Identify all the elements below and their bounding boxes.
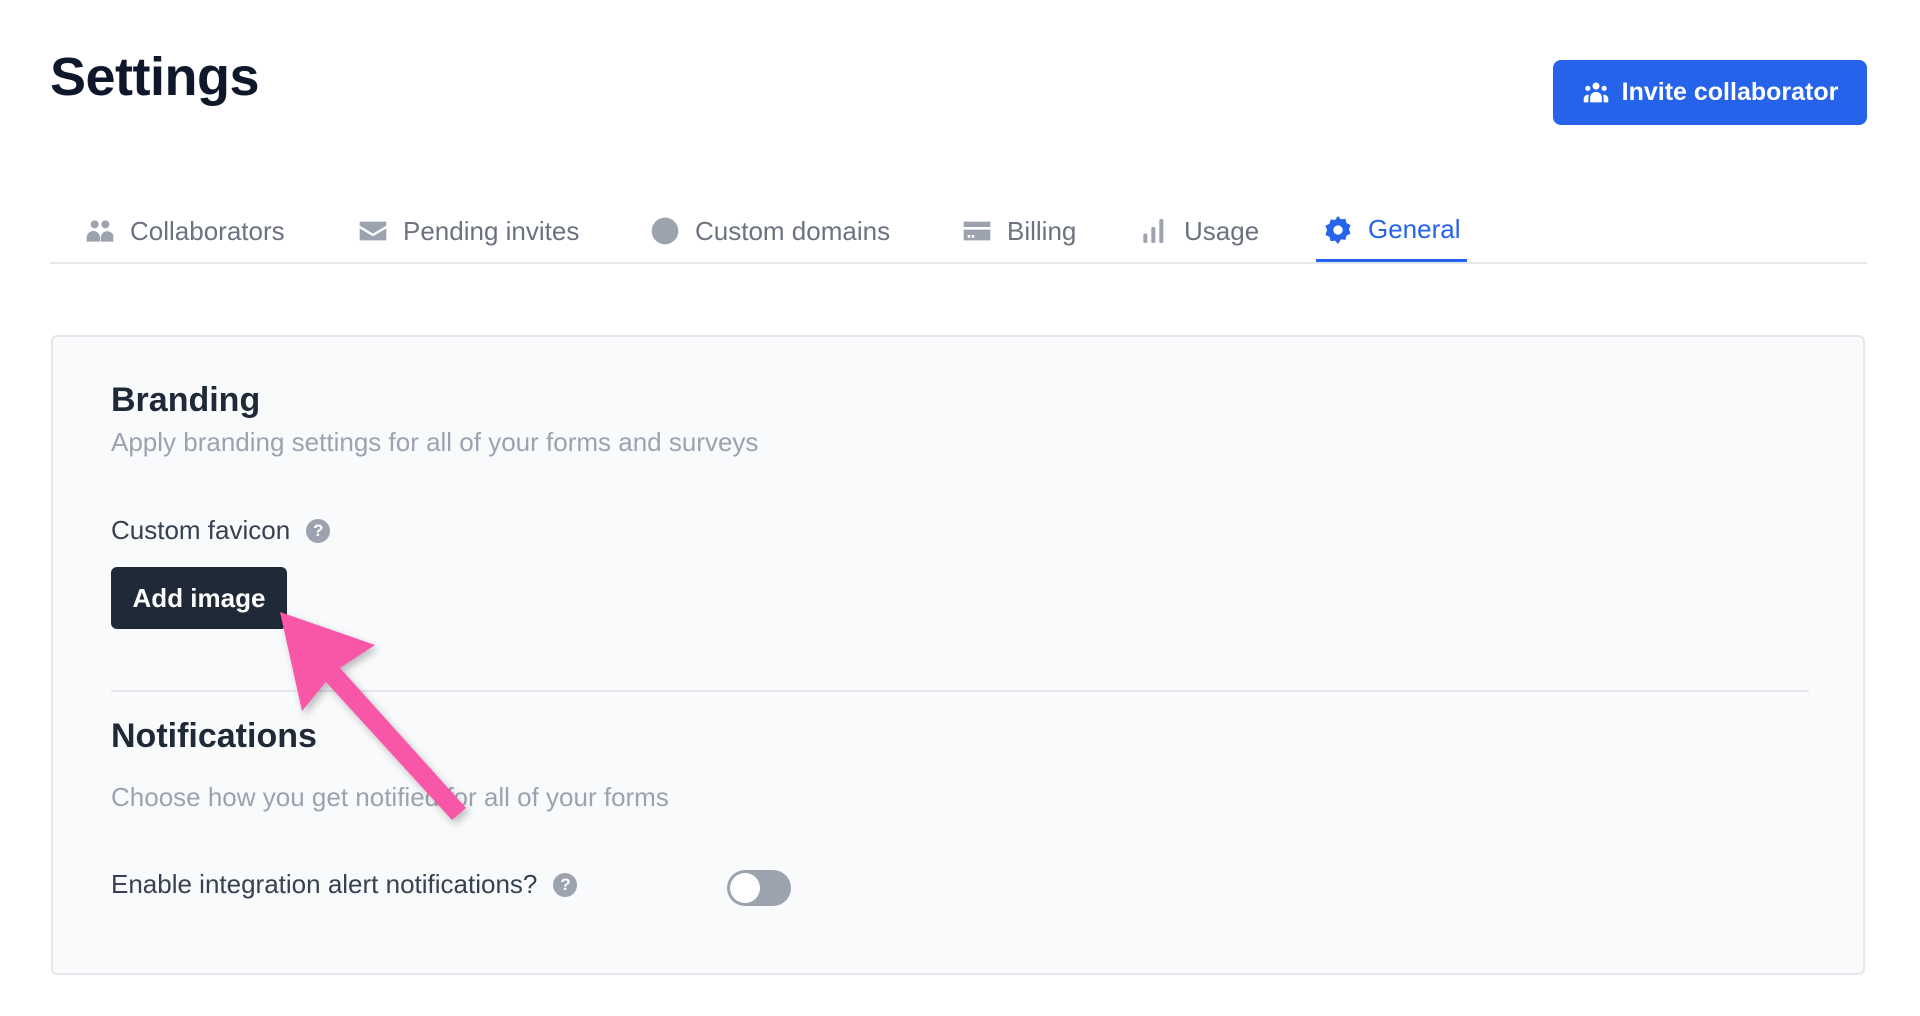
toggle-knob	[730, 873, 760, 903]
tab-pending-invites[interactable]: Pending invites	[357, 200, 579, 262]
branding-description: Apply branding settings for all of your …	[111, 427, 759, 457]
help-icon[interactable]: ?	[306, 518, 331, 543]
integration-alert-toggle[interactable]	[727, 870, 791, 906]
notifications-description: Choose how you get notified for all of y…	[111, 782, 669, 812]
tab-custom-domains[interactable]: Custom domains	[649, 200, 890, 262]
tab-usage[interactable]: Usage	[1138, 200, 1259, 262]
tab-label: Custom domains	[695, 215, 891, 246]
integration-alert-label: Enable integration alert notifications?	[111, 869, 538, 899]
tab-label: General	[1368, 214, 1461, 244]
integration-alert-field: Enable integration alert notifications? …	[111, 869, 578, 900]
tab-billing[interactable]: Billing	[961, 200, 1076, 262]
tab-label: Pending invites	[403, 215, 580, 246]
tab-label: Usage	[1184, 215, 1260, 246]
users-icon	[1583, 82, 1608, 102]
invite-collaborator-button[interactable]: Invite collaborator	[1553, 60, 1867, 125]
invite-collaborator-label: Invite collaborator	[1621, 78, 1839, 106]
custom-favicon-field: Custom favicon ?	[111, 515, 331, 546]
globe-icon	[651, 217, 679, 245]
settings-tabs: Collaborators Pending invites Custom dom…	[50, 200, 1867, 264]
branding-title: Branding	[111, 381, 261, 419]
section-divider	[111, 690, 1809, 692]
tab-label: Billing	[1007, 215, 1077, 246]
notifications-title: Notifications	[111, 717, 317, 755]
custom-favicon-label: Custom favicon	[111, 515, 291, 545]
bar-chart-icon	[1143, 219, 1164, 243]
add-image-button[interactable]: Add image	[111, 567, 287, 629]
users-icon	[86, 220, 114, 242]
credit-card-icon	[963, 221, 991, 241]
help-icon[interactable]: ?	[553, 872, 578, 897]
tab-general[interactable]: General	[1316, 200, 1467, 262]
settings-card: Branding Apply branding settings for all…	[51, 335, 1865, 975]
gear-icon	[1325, 215, 1351, 244]
tab-collaborators[interactable]: Collaborators	[84, 200, 285, 262]
page-title: Settings	[50, 47, 260, 107]
tab-label: Collaborators	[130, 215, 285, 246]
envelope-icon	[359, 221, 387, 241]
